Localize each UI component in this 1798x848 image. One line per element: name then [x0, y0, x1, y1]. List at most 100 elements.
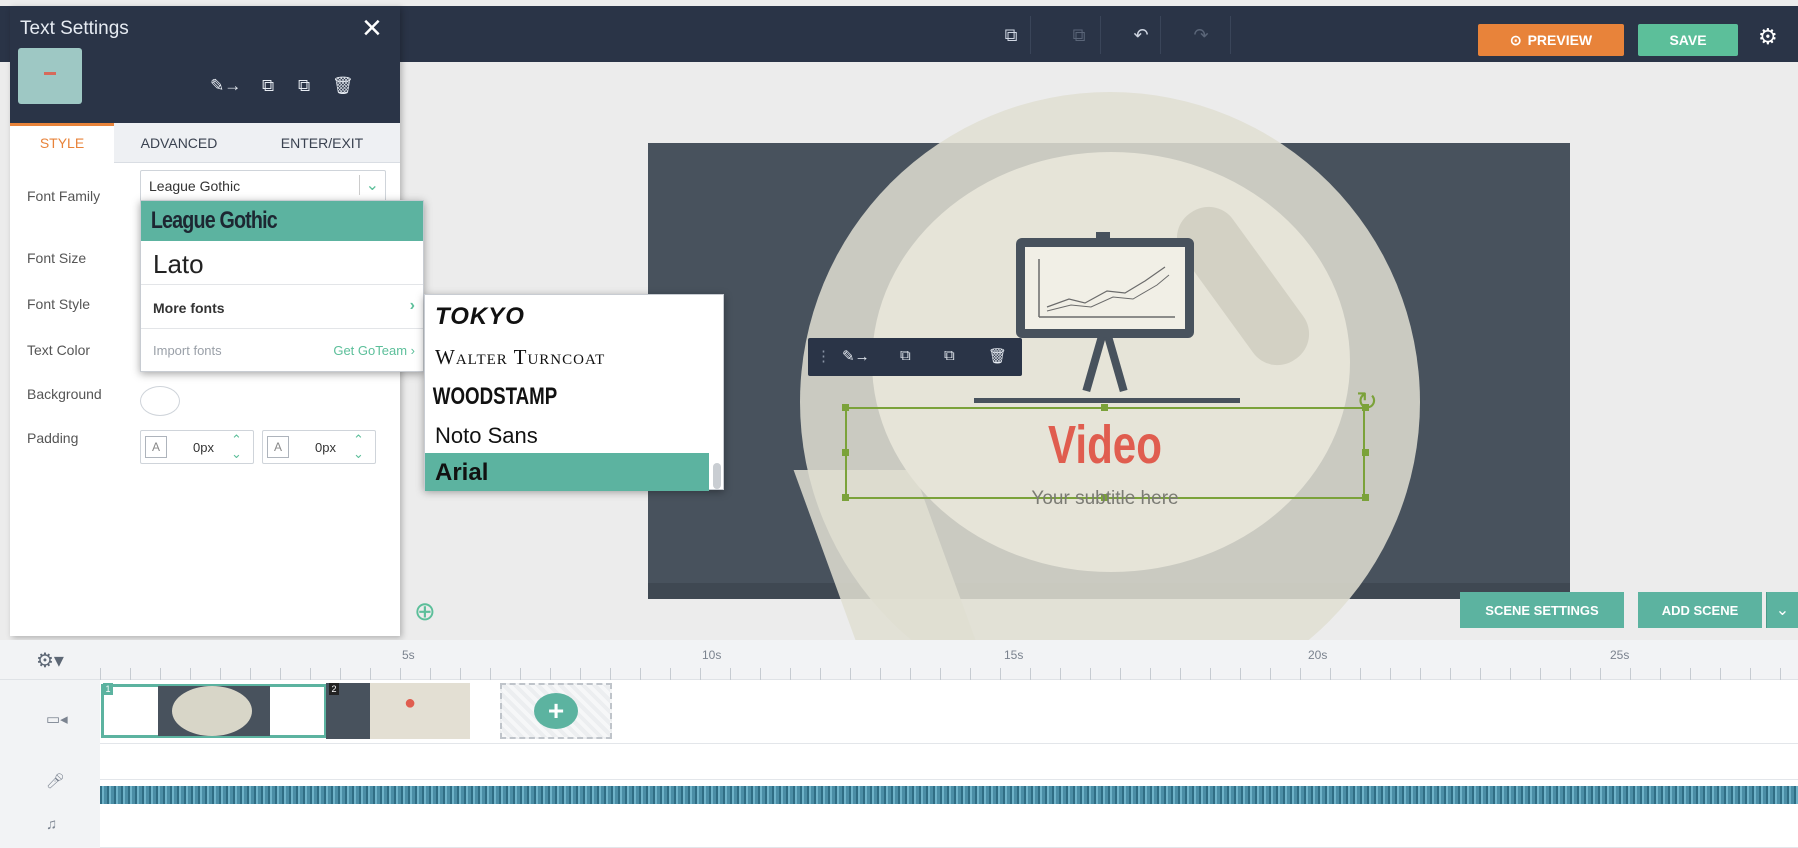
gear-icon[interactable]: ⚙▾	[36, 648, 64, 673]
gear-icon[interactable]: ⚙	[1758, 24, 1778, 50]
font-option-noto-sans[interactable]: Noto Sans	[425, 419, 709, 455]
chevron-down-icon: ⌄	[1775, 602, 1790, 619]
tab-style[interactable]: STYLE	[10, 123, 114, 163]
panel-title: Text Settings	[20, 18, 129, 39]
font-style-label: Font Style	[27, 296, 91, 312]
presentation-board-graphic[interactable]	[1016, 238, 1194, 338]
resize-handle[interactable]	[1101, 404, 1108, 411]
paste-icon[interactable]: ⧉	[1066, 22, 1092, 48]
padding-value: 0px	[315, 440, 336, 455]
animate-arrow-icon[interactable]: ✎→	[210, 76, 241, 96]
more-fonts-label: More fonts	[153, 300, 225, 316]
zoom-in-icon[interactable]: ⊕	[414, 596, 436, 627]
microphone-icon: 🎤︎	[46, 773, 66, 790]
padding-value: 0px	[193, 440, 214, 455]
panel-tabs: STYLE ADVANCED ENTER/EXIT	[10, 123, 400, 163]
toolbar-divider	[1100, 16, 1101, 54]
chevron-right-icon: ›	[409, 297, 415, 314]
scene-number-badge: 2	[329, 683, 339, 695]
add-scene-dropdown-button[interactable]: ⌄	[1766, 592, 1798, 628]
bring-forward-icon[interactable]: ⧉	[900, 347, 911, 364]
animate-arrow-icon[interactable]: ✎→	[842, 347, 870, 365]
easel-floor-line	[974, 398, 1240, 403]
import-fonts-item: Import fonts Get GoTeam ›	[141, 329, 423, 373]
padding-horizontal-input[interactable]: A 0px ⌃ ⌄	[140, 430, 254, 464]
music-note-icon: ♫	[46, 816, 58, 833]
element-mini-toolbar: ⋮ ✎→ ⧉ ⧉ 🗑	[808, 338, 1022, 376]
font-option-lato[interactable]: Lato	[141, 241, 423, 285]
track-sidebar: ▭◂ 🎤︎ ♫	[0, 680, 100, 848]
stepper-icon[interactable]: ⌃ ⌄	[231, 433, 242, 461]
font-family-select[interactable]: League Gothic ⌄	[140, 170, 386, 202]
font-option-tokyo[interactable]: TOKYO	[425, 297, 709, 335]
bring-forward-icon[interactable]: ⧉	[262, 76, 274, 96]
tick-label: 25s	[1610, 648, 1630, 662]
drag-handle-icon[interactable]: ⋮	[816, 347, 831, 365]
play-circle-icon: ⊙	[1509, 31, 1522, 48]
video-editor: ⧉ ⧉ ↶ ↷ ⊙ PREVIEW SAVE ⚙ ⋮ ✎→ ⧉ ⧉ 🗑 ↻ Vi…	[0, 0, 1798, 848]
more-fonts-menu: TOKYO Walter Turncoat WOODSTAMP Noto San…	[424, 294, 724, 491]
chevron-down-icon: ⌄	[358, 175, 379, 195]
add-scene-button[interactable]: ADD SCENE	[1638, 592, 1762, 628]
get-goteam-link[interactable]: Get GoTeam ›	[333, 343, 415, 358]
resize-handle[interactable]	[842, 449, 849, 456]
font-option-league-gothic[interactable]: League Gothic	[141, 201, 424, 241]
scene-subtitle-text[interactable]: Your subtitle here	[845, 488, 1365, 510]
voice-track[interactable]	[100, 744, 1798, 780]
timeline: ⚙▾ 5s 10s 15s 20s 25s ▭◂ 🎤︎ ♫	[0, 640, 1798, 848]
scene-thumbnail-image	[370, 683, 470, 739]
background-label: Background	[27, 386, 102, 402]
font-family-value: League Gothic	[149, 178, 241, 194]
font-size-label: Font Size	[27, 250, 87, 266]
tab-enter-exit[interactable]: ENTER/EXIT	[244, 123, 400, 163]
timeline-ruler[interactable]: ⚙▾ 5s 10s 15s 20s 25s	[0, 640, 1798, 680]
redo-icon[interactable]: ↷	[1188, 22, 1214, 48]
send-backward-icon[interactable]: ⧉	[944, 347, 955, 364]
send-backward-icon[interactable]: ⧉	[298, 76, 310, 96]
video-camera-icon: ▭◂	[46, 711, 68, 728]
text-color-label: Text Color	[27, 342, 91, 358]
toolbar-divider	[1160, 16, 1161, 54]
toolbar-divider	[1030, 16, 1031, 54]
tick-label: 5s	[402, 648, 415, 662]
padding-vertical-input[interactable]: A 0px ⌃ ⌄	[262, 430, 376, 464]
background-color-picker[interactable]	[140, 386, 180, 416]
toolbar-divider	[1230, 16, 1231, 54]
stepper-icon[interactable]: ⌃ ⌄	[353, 433, 364, 461]
font-family-label: Font Family	[27, 188, 101, 204]
import-fonts-label: Import fonts	[153, 343, 222, 358]
lightbulb-icon: ●	[404, 692, 417, 714]
copy-icon[interactable]: ⧉	[998, 22, 1024, 48]
get-goteam-label: Get GoTeam	[333, 343, 408, 358]
scene-number-badge: 1	[103, 683, 113, 695]
text-preview-swatch[interactable]	[18, 48, 82, 104]
plus-icon[interactable]: +	[534, 693, 578, 729]
resize-handle[interactable]	[1362, 449, 1369, 456]
font-option-walter-turncoat[interactable]: Walter Turncoat	[425, 339, 709, 377]
font-option-arial[interactable]: Arial	[425, 453, 709, 491]
trash-icon[interactable]: 🗑	[988, 347, 1007, 365]
font-dropdown: League Gothic Lato More fonts › Import f…	[140, 200, 424, 372]
undo-icon[interactable]: ↶	[1128, 22, 1154, 48]
rotate-icon[interactable]: ↻	[1356, 386, 1378, 417]
ruler-ticks	[100, 668, 1798, 680]
tick-label: 20s	[1308, 648, 1328, 662]
padding-bottom-icon: A	[267, 436, 289, 458]
scene-settings-button[interactable]: SCENE SETTINGS	[1460, 592, 1624, 628]
tick-label: 10s	[702, 648, 722, 662]
padding-side-icon: A	[145, 436, 167, 458]
resize-handle[interactable]	[842, 404, 849, 411]
tab-advanced[interactable]: ADVANCED	[114, 123, 244, 163]
font-option-woodstamp[interactable]: WOODSTAMP	[425, 377, 706, 417]
audio-waveform[interactable]	[100, 786, 1798, 804]
panel-header: Text Settings × ✎→ ⧉ ⧉ 🗑	[10, 6, 400, 123]
scrollbar[interactable]	[713, 463, 721, 489]
more-fonts-item[interactable]: More fonts ›	[141, 287, 423, 329]
save-button[interactable]: SAVE	[1638, 24, 1738, 56]
scene-thumbnail-bubble	[172, 686, 252, 736]
padding-label: Padding	[27, 430, 79, 446]
close-icon[interactable]: ×	[362, 10, 382, 46]
preview-button[interactable]: ⊙ PREVIEW	[1478, 24, 1624, 56]
scene-title-text[interactable]: Video	[902, 414, 1308, 476]
trash-icon[interactable]: 🗑	[332, 76, 354, 96]
